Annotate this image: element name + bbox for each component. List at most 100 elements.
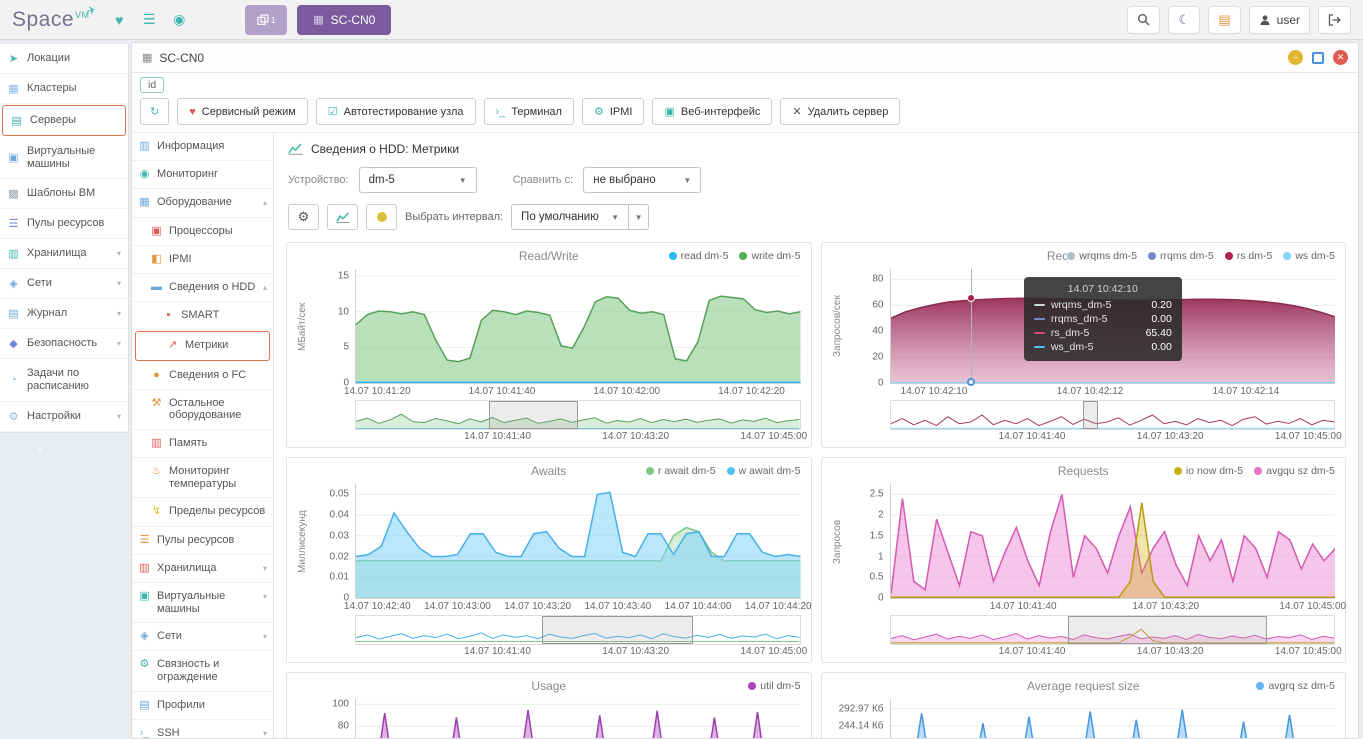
chart-legend: r await dm-5 w await dm-5 bbox=[646, 465, 801, 477]
interval-expand-button[interactable]: ▼ bbox=[629, 204, 649, 230]
docs-button[interactable]: ▤ bbox=[1208, 6, 1240, 34]
legend-item[interactable]: ws dm-5 bbox=[1283, 250, 1335, 262]
autotest-button[interactable]: ☑Автотестирование узла bbox=[316, 98, 476, 125]
ipmi-button[interactable]: ⚙IPMI bbox=[582, 98, 645, 125]
subnav-item[interactable]: ▦Оборудование▴ bbox=[132, 189, 273, 217]
legend-dot-icon bbox=[1254, 467, 1262, 475]
web-interface-button[interactable]: ▣Веб-интерфейс bbox=[652, 98, 772, 125]
subnav-item[interactable]: ⚙Связность и ограждение bbox=[132, 651, 273, 691]
sidebar-item[interactable]: ◆Безопасность▾ bbox=[0, 329, 128, 359]
sidebar-item[interactable]: ▣Виртуальные машины bbox=[0, 137, 128, 179]
close-button[interactable]: ✕ bbox=[1333, 50, 1348, 65]
user-button[interactable]: user bbox=[1249, 6, 1310, 34]
chart-plot-area[interactable]: 14.07 10:42:10wrqms_dm-50.20rrqms_dm-50.… bbox=[890, 269, 1336, 384]
sidebar-item[interactable]: ◔Задачи по расписанию bbox=[0, 359, 128, 401]
sidebar-item[interactable]: ☰Пулы ресурсов bbox=[0, 209, 128, 239]
subnav-item[interactable]: ●Сведения о FC bbox=[132, 362, 273, 390]
legend-item[interactable]: io now dm-5 bbox=[1174, 465, 1243, 477]
subnav-item[interactable]: ⚒Остальное оборудование bbox=[132, 390, 273, 430]
maximize-button[interactable] bbox=[1312, 52, 1324, 64]
legend-item[interactable]: read dm-5 bbox=[669, 250, 729, 262]
subnav-item[interactable]: ♨Мониторинг температуры bbox=[132, 458, 273, 498]
chevron-down-icon: ▾ bbox=[263, 630, 267, 642]
refresh-button[interactable]: ↻ bbox=[140, 98, 169, 125]
tooltip-series-dash-icon bbox=[1034, 346, 1045, 349]
sidebar-item-label: Шаблоны ВМ bbox=[27, 187, 95, 200]
legend-item[interactable]: wrqms dm-5 bbox=[1067, 250, 1137, 262]
sidebar-item[interactable]: ▤Серверы bbox=[2, 105, 126, 136]
chart-minimap[interactable] bbox=[355, 400, 801, 430]
minimap-brush[interactable] bbox=[489, 401, 578, 429]
delete-server-button[interactable]: ✕Удалить сервер bbox=[780, 98, 900, 125]
chart-settings-button[interactable]: ⚙ bbox=[288, 204, 319, 230]
chart-minimap[interactable] bbox=[355, 615, 801, 645]
legend-item[interactable]: r await dm-5 bbox=[646, 465, 716, 477]
subnav-item[interactable]: ↗Метрики bbox=[135, 331, 270, 360]
chart-minimap[interactable] bbox=[890, 615, 1336, 645]
minimize-button[interactable]: – bbox=[1288, 50, 1303, 65]
subnav-item[interactable]: ▪SMART bbox=[132, 302, 273, 330]
infrastructure-icon[interactable]: ☰ bbox=[139, 11, 159, 28]
legend-label: w await dm-5 bbox=[739, 465, 801, 477]
chart-plot-area[interactable] bbox=[355, 699, 801, 738]
minimap-brush[interactable] bbox=[542, 616, 693, 644]
chart-minimap[interactable] bbox=[890, 400, 1336, 430]
legend-item[interactable]: rrqms dm-5 bbox=[1148, 250, 1214, 262]
legend-item[interactable]: util dm-5 bbox=[748, 680, 800, 692]
sidebar-item-label: Сети bbox=[27, 277, 52, 290]
logout-button[interactable] bbox=[1318, 6, 1351, 34]
y-tick-label: 5 bbox=[343, 342, 349, 353]
sidebar-item[interactable]: ▥Хранилища▾ bbox=[0, 239, 128, 269]
theme-button[interactable]: ☾ bbox=[1168, 6, 1200, 34]
legend-item[interactable]: write dm-5 bbox=[739, 250, 800, 262]
legend-item[interactable]: avgrq sz dm-5 bbox=[1256, 680, 1335, 692]
subnav-item[interactable]: ▬Сведения о HDD▴ bbox=[132, 274, 273, 302]
minimap-brush[interactable] bbox=[1083, 401, 1098, 429]
terminal-button[interactable]: ›_Терминал bbox=[484, 98, 574, 125]
realtime-toggle-button[interactable] bbox=[366, 204, 397, 230]
interval-select[interactable]: По умолчанию ▼ bbox=[511, 204, 629, 230]
subnav-item[interactable]: ▥Хранилища▾ bbox=[132, 555, 273, 583]
chart-plot-area[interactable] bbox=[355, 269, 801, 384]
service-mode-button[interactable]: ♥Сервисный режим bbox=[177, 98, 308, 125]
chart-plot-area[interactable] bbox=[890, 484, 1336, 599]
sidebar-item[interactable]: ◈Сети▾ bbox=[0, 269, 128, 299]
minimap-tick-label: 14.07 10:43:20 bbox=[1137, 646, 1204, 657]
subnav-item[interactable]: ▣Процессоры bbox=[132, 218, 273, 246]
subnav-item[interactable]: ▥Информация bbox=[132, 133, 273, 161]
subnav-item[interactable]: ☰Пулы ресурсов bbox=[132, 527, 273, 555]
legend-item[interactable]: w await dm-5 bbox=[727, 465, 801, 477]
chart-plot-area[interactable] bbox=[890, 699, 1336, 738]
subnav-item[interactable]: ›_SSH▾ bbox=[132, 720, 273, 738]
globe-icon[interactable]: ◉ bbox=[169, 11, 189, 28]
device-select-value: dm-5 bbox=[369, 174, 395, 186]
legend-item[interactable]: avgqu sz dm-5 bbox=[1254, 465, 1335, 477]
tooltip-series-label: ws_dm-5 bbox=[1051, 341, 1094, 353]
subnav-item[interactable]: ◧IPMI bbox=[132, 246, 273, 274]
subnav-item[interactable]: ◈Сети▾ bbox=[132, 623, 273, 651]
legend-item[interactable]: rs dm-5 bbox=[1225, 250, 1273, 262]
subnav-item[interactable]: ↯Пределы ресурсов bbox=[132, 498, 273, 526]
window-group-button[interactable]: 1 bbox=[245, 5, 287, 35]
chart-legend: read dm-5 write dm-5 bbox=[669, 250, 801, 262]
sidebar-item[interactable]: ▤Журнал▾ bbox=[0, 299, 128, 329]
chart-plot-area[interactable] bbox=[355, 484, 801, 599]
y-tick-label: 0.02 bbox=[330, 551, 349, 562]
sidebar-item[interactable]: ➤Локации bbox=[0, 44, 128, 74]
chart-type-button[interactable] bbox=[327, 204, 358, 230]
subnav-item[interactable]: ▥Память bbox=[132, 430, 273, 458]
compare-select[interactable]: не выбрано ▼ bbox=[583, 167, 701, 193]
y-tick-label: 0.5 bbox=[870, 572, 884, 583]
sidebar-item[interactable]: ▦Кластеры bbox=[0, 74, 128, 104]
tab-sc-cn0[interactable]: ▦ SC-CN0 bbox=[297, 5, 391, 35]
subnav-item[interactable]: ▣Виртуальные машины▾ bbox=[132, 583, 273, 623]
subnav-item[interactable]: ▤Профили bbox=[132, 692, 273, 720]
minimap-brush[interactable] bbox=[1068, 616, 1268, 644]
subnav-item[interactable]: ◉Мониторинг bbox=[132, 161, 273, 189]
app-logo[interactable]: SpaceVM✈ bbox=[12, 8, 99, 32]
sidebar-item[interactable]: ⚙Настройки▾ bbox=[0, 402, 128, 432]
device-select[interactable]: dm-5 ▼ bbox=[359, 167, 477, 193]
partners-icon[interactable]: ♥ bbox=[109, 12, 129, 28]
search-button[interactable] bbox=[1127, 6, 1160, 34]
sidebar-item[interactable]: ▩Шаблоны ВМ bbox=[0, 179, 128, 209]
